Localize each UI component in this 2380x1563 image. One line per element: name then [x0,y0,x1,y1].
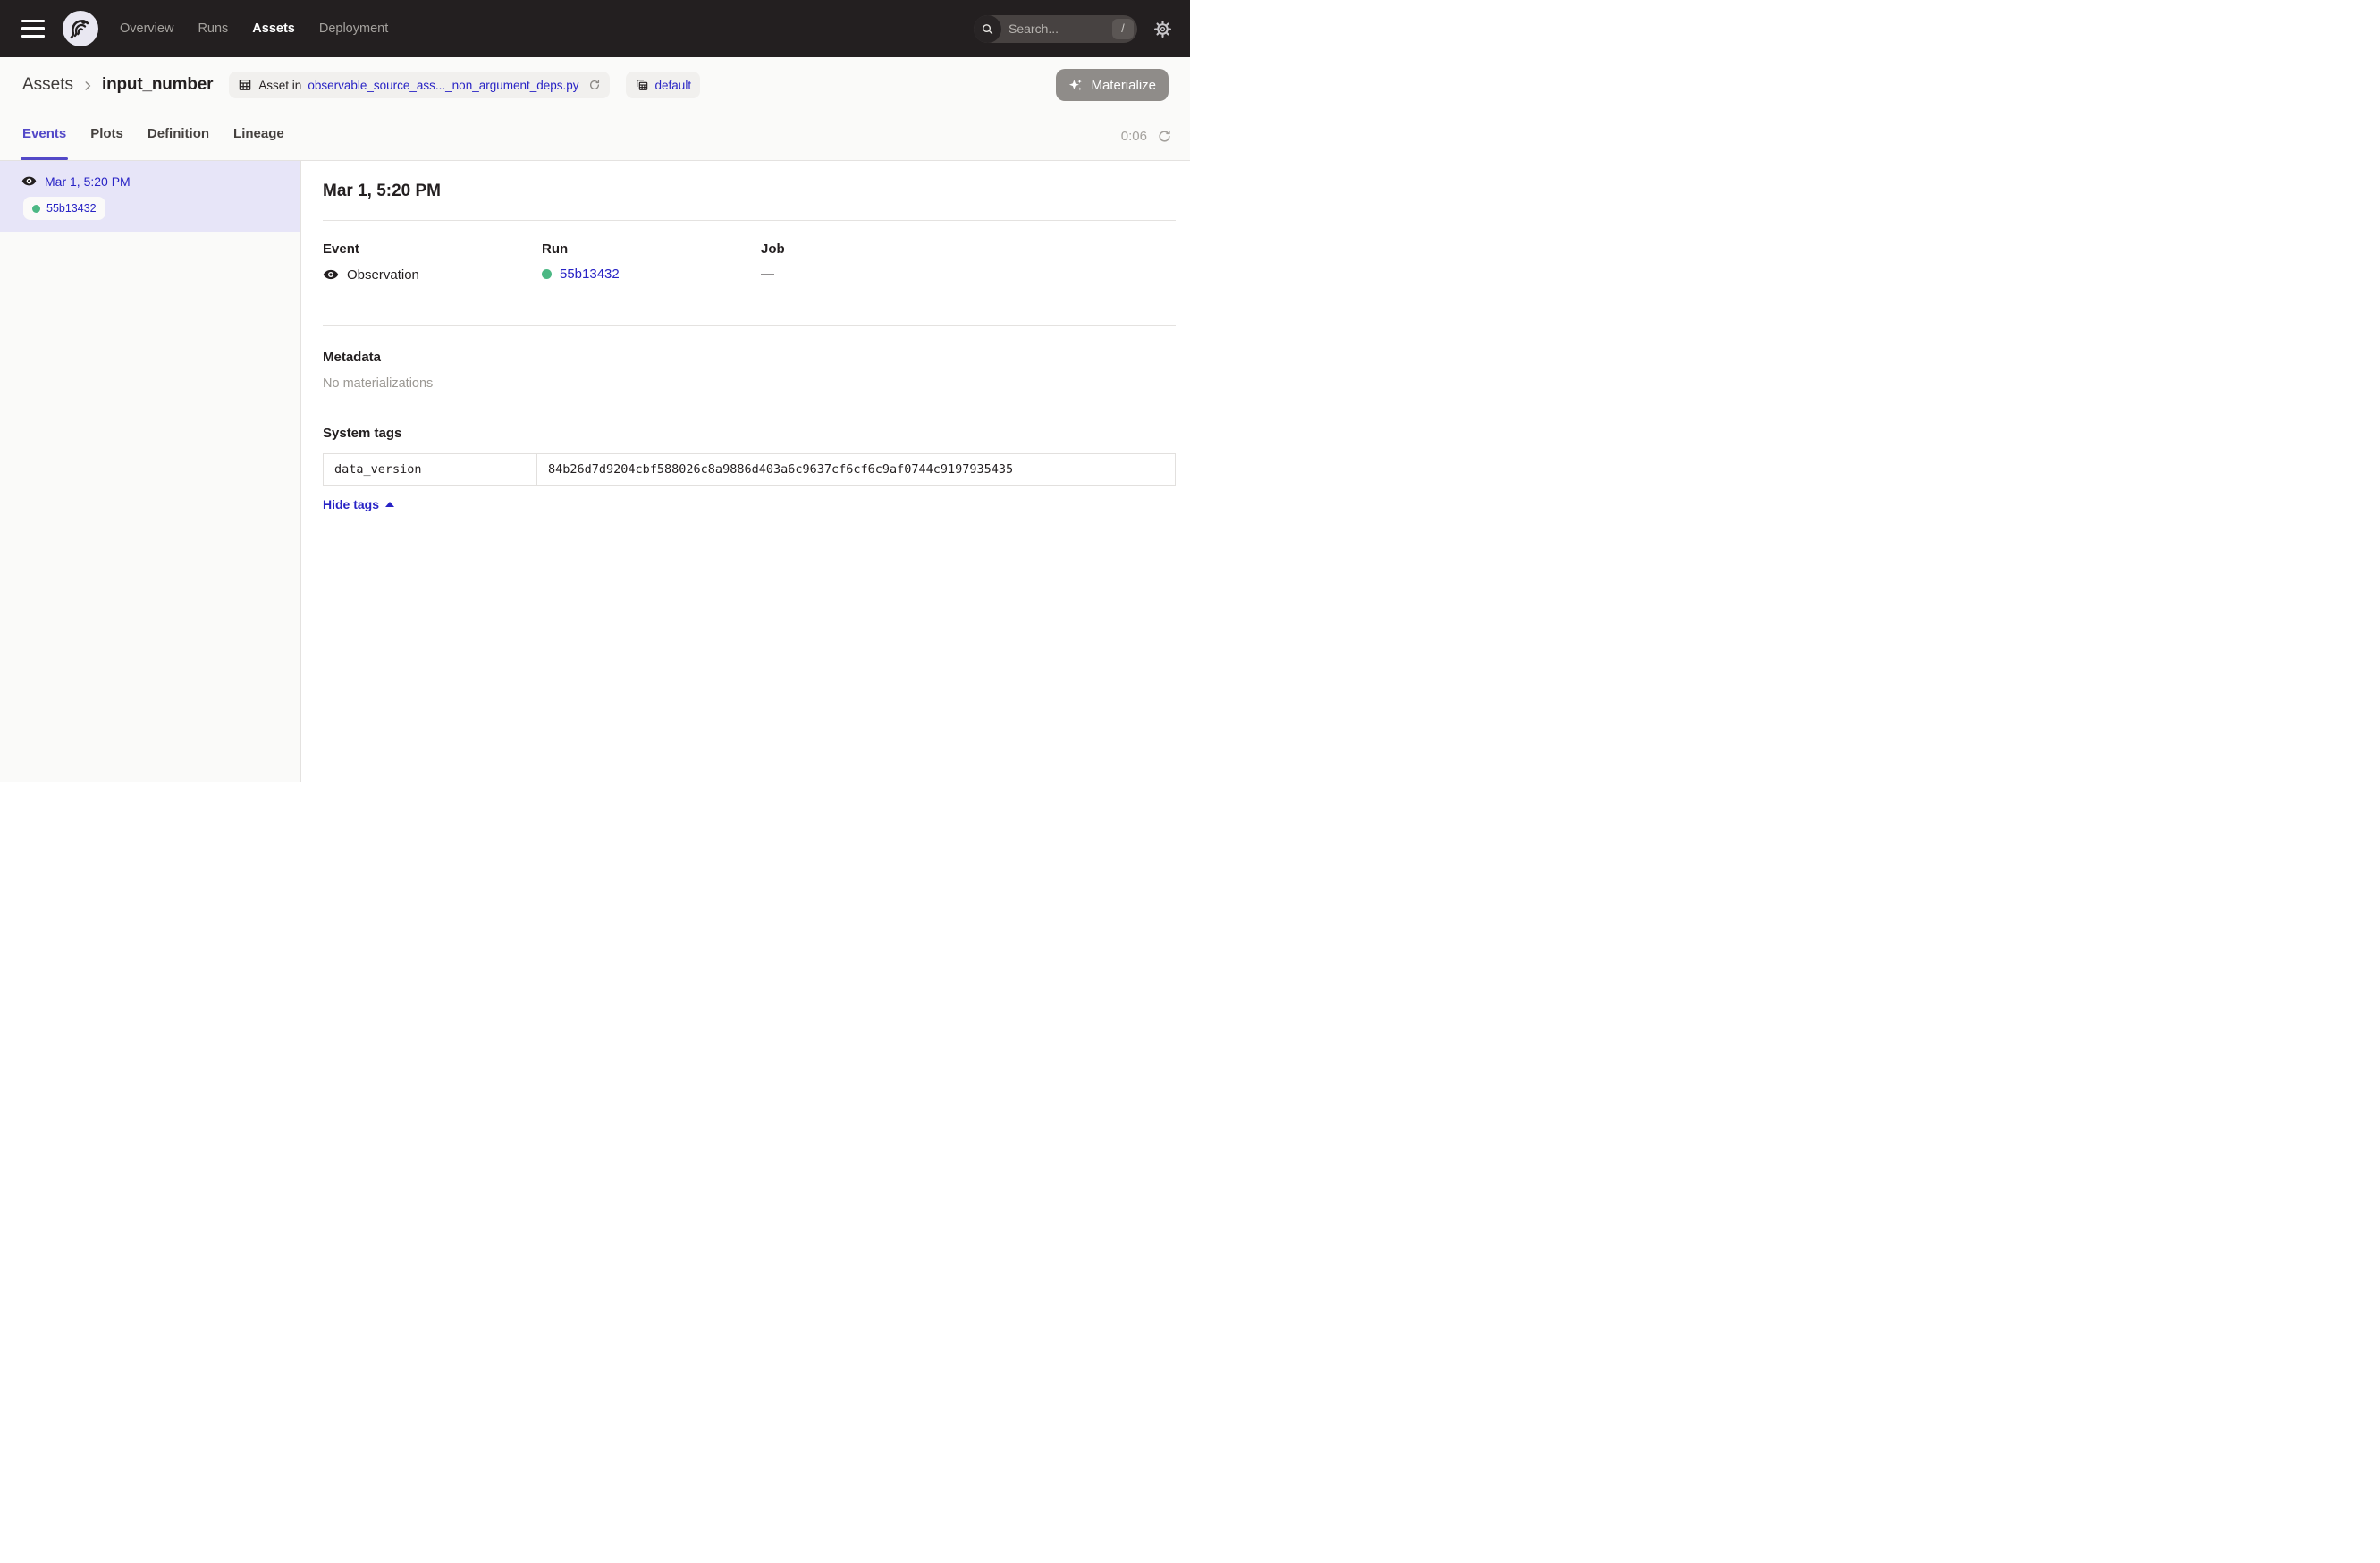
materialize-label: Materialize [1091,78,1156,93]
caret-up-icon [385,502,394,507]
system-tags-table: data_version 84b26d7d9204cbf588026c8a988… [323,453,1176,486]
hide-tags-link[interactable]: Hide tags [323,497,394,511]
event-column-label: Event [323,241,542,257]
materialize-button[interactable]: Materialize [1056,69,1169,101]
event-detail-title: Mar 1, 5:20 PM [323,182,1176,201]
nav-item-runs[interactable]: Runs [198,21,228,36]
auto-refresh: 0:06 [1121,129,1172,144]
tab-lineage[interactable]: Lineage [233,113,284,160]
system-tag-row: data_version 84b26d7d9204cbf588026c8a988… [324,454,1176,486]
metadata-empty-text: No materializations [323,376,1176,391]
event-detail-panel: Mar 1, 5:20 PM Event Observation [301,161,1190,782]
global-search[interactable]: / [974,15,1137,43]
job-empty-dash: — [761,266,774,282]
dagster-logo[interactable] [63,11,98,46]
search-shortcut-key: / [1112,19,1134,39]
hamburger-bar [21,27,45,30]
divider [323,325,1176,326]
events-sidebar: Mar 1, 5:20 PM 55b13432 [0,161,301,782]
reload-code-location-icon[interactable] [588,79,601,91]
event-item-header: Mar 1, 5:20 PM [21,173,286,189]
job-value: — [761,266,980,282]
repository-pill[interactable]: default [626,72,701,98]
system-tag-key: data_version [324,454,537,486]
content-area: Mar 1, 5:20 PM 55b13432 Mar 1, 5:20 PM E… [0,161,1190,782]
run-value: 55b13432 [542,266,761,282]
tab-definition[interactable]: Definition [148,113,209,160]
asset-location-pill[interactable]: Asset in observable_source_ass..._non_ar… [229,72,609,98]
run-id-label: 55b13432 [46,202,97,215]
search-icon [974,15,1001,43]
nav-item-deployment[interactable]: Deployment [319,21,388,36]
page-header: Assets input_number Asset in observable_… [0,57,1190,161]
run-column: Run 55b13432 [542,241,761,283]
run-column-label: Run [542,241,761,257]
page-title: input_number [102,75,213,95]
event-run-chip[interactable]: 55b13432 [23,197,105,220]
asset-definition-file-link[interactable]: observable_source_ass..._non_argument_de… [308,79,578,92]
nav-item-assets[interactable]: Assets [252,21,295,36]
primary-nav: Overview Runs Assets Deployment [120,21,388,36]
event-type-text: Observation [347,267,419,283]
event-summary-columns: Event Observation Run 55b13432 [323,221,1176,307]
hamburger-bar [21,35,45,38]
breadcrumb-assets-link[interactable]: Assets [22,75,73,95]
metadata-heading: Metadata [323,350,1176,365]
top-nav: Overview Runs Assets Deployment / [0,0,1190,57]
search-input[interactable] [1001,21,1112,36]
eye-observation-icon [323,266,339,283]
repository-icon [635,78,649,92]
tab-plots[interactable]: Plots [90,113,123,160]
dagster-app: Overview Runs Assets Deployment / [0,0,1190,782]
hide-tags-label: Hide tags [323,497,379,511]
settings-gear-icon[interactable] [1153,20,1172,38]
repository-name-link[interactable]: default [655,79,692,92]
job-column: Job — [761,241,980,283]
asset-location-prefix: Asset in [258,79,301,92]
tabs-bar: Events Plots Definition Lineage 0:06 [0,113,1190,161]
breadcrumb-row: Assets input_number Asset in observable_… [0,57,1190,113]
system-tag-value: 84b26d7d9204cbf588026c8a9886d403a6c9637c… [537,454,1176,486]
chevron-right-icon [81,80,94,92]
refresh-countdown: 0:06 [1121,129,1147,144]
system-tags-heading: System tags [323,426,1176,441]
hamburger-bar [21,20,45,22]
event-column: Event Observation [323,241,542,283]
nav-item-overview[interactable]: Overview [120,21,173,36]
tab-events[interactable]: Events [22,113,66,160]
breadcrumb: Assets input_number [22,75,213,95]
run-status-dot [542,269,552,279]
event-type-value: Observation [323,266,542,283]
event-list-item[interactable]: Mar 1, 5:20 PM 55b13432 [0,161,300,232]
refresh-icon[interactable] [1157,129,1172,144]
run-status-dot [32,205,40,213]
table-grid-icon [238,78,252,92]
event-timestamp-link[interactable]: Mar 1, 5:20 PM [45,174,131,189]
eye-observation-icon [21,173,37,189]
sparkle-icon [1068,78,1084,93]
job-column-label: Job [761,241,980,257]
run-id-link[interactable]: 55b13432 [560,266,620,282]
menu-hamburger-icon[interactable] [21,20,45,38]
